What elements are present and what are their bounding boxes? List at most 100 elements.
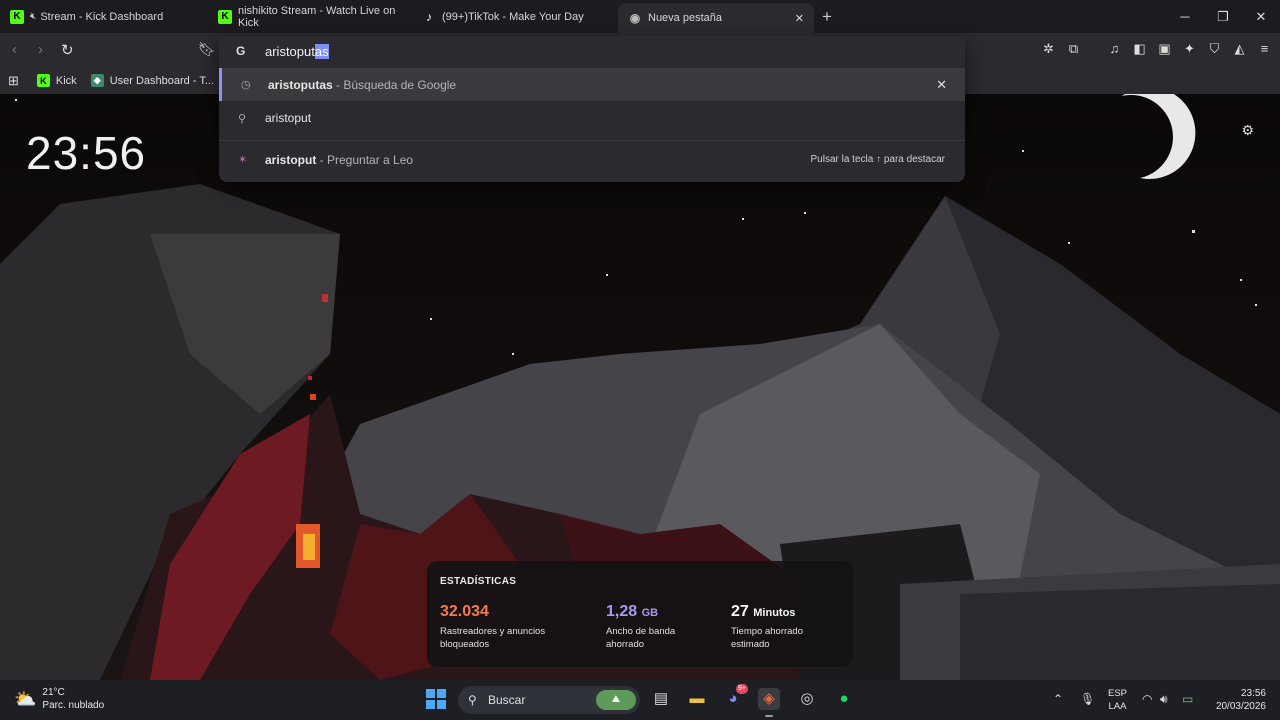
tab-new-tab[interactable]: ◉ Nueva pestaña ✕	[618, 3, 814, 33]
taskbar-clock[interactable]: 23:56 20/03/2026	[1216, 687, 1266, 713]
screenshot-icon[interactable]: ⧉	[1066, 41, 1081, 57]
windows-taskbar: ⛅ 21°C Parc. nublado ⚲ Buscar ⛰ ▤ ▬ ◕ 9+ …	[0, 680, 1280, 720]
close-window-icon[interactable]: ✕	[1242, 9, 1280, 25]
stat-trackers-blocked: 32.034 Rastreadores y anuncios bloqueados	[440, 603, 570, 651]
extensions-icon[interactable]: ✲	[1041, 41, 1056, 57]
bookmark-kick[interactable]: K Kick	[36, 74, 77, 87]
stat-value: 27	[731, 603, 749, 620]
gear-icon[interactable]: ⚙	[1241, 122, 1254, 139]
stat-bandwidth-saved: 1,28 GB Ancho de banda ahorrado	[606, 603, 736, 651]
weather-temp: 21°C	[42, 687, 65, 698]
tab-title: Stream - Kick Dashboard	[40, 10, 164, 23]
suggestion-search[interactable]: ⚲ aristoput	[219, 101, 965, 135]
brave-rewards-icon[interactable]: ◭	[1232, 41, 1247, 57]
address-bar-text[interactable]: aristoputas	[265, 43, 329, 59]
history-icon: ◷	[241, 79, 251, 91]
discord-icon[interactable]: ◕ 9+	[722, 684, 748, 710]
clock-date: 20/03/2026	[1215, 701, 1266, 712]
tab-kick-stream[interactable]: K nishikito Stream - Watch Live on Kick	[208, 0, 412, 33]
clock-time: 23:56	[1240, 688, 1266, 699]
omnibox-dropdown: G aristoputas ◷ aristoputas - Búsqueda d…	[219, 36, 965, 182]
suggestion-history[interactable]: ◷ aristoputas - Búsqueda de Google ✕	[219, 68, 965, 101]
chevron-up-icon[interactable]: ⌃	[1053, 692, 1063, 706]
stat-desc: Rastreadores y anuncios	[440, 626, 546, 637]
stat-time-saved: 27 Minutos Tiempo ahorrado estimado	[731, 603, 861, 651]
taskbar-search[interactable]: ⚲ Buscar ⛰	[458, 686, 640, 714]
remove-suggestion-icon[interactable]: ✕	[936, 77, 947, 93]
stat-desc: ahorrado	[606, 639, 645, 650]
obs-icon[interactable]: ◎	[796, 688, 818, 710]
autocomplete-selection: as	[314, 43, 329, 59]
new-tab-clock: 23:56	[26, 127, 147, 179]
keyboard-hint: Pulsar la tecla ↑ para destacar	[810, 154, 945, 165]
wifi-icon[interactable]: ◠	[1142, 692, 1152, 706]
sidebar-icon[interactable]: ◧	[1132, 41, 1147, 57]
reload-icon[interactable]: ↻	[61, 41, 74, 59]
tab-title: Nueva pestaña	[648, 12, 722, 24]
tab-tiktok[interactable]: ♪ (99+)TikTok - Make Your Day	[412, 0, 618, 33]
back-icon[interactable]: ‹	[12, 41, 17, 58]
notification-badge: 9+	[736, 684, 748, 694]
suggestion-bold-text: aristoput	[265, 152, 317, 167]
lang-line: LAA	[1108, 701, 1127, 712]
apps-grid-icon[interactable]: ⊞	[8, 73, 19, 89]
brave-stats-card: ESTADÍSTICAS 32.034 Rastreadores y anunc…	[427, 561, 853, 667]
suggestion-text: aristoput	[265, 111, 312, 125]
lang-line: ESP	[1108, 688, 1128, 699]
window-controls: ─ ❐ ✕	[1166, 0, 1280, 33]
tab-strip: K 🔇︎ Stream - Kick Dashboard K nishikito…	[0, 0, 1280, 33]
weather-desc: Parc. nublado	[42, 700, 105, 711]
stats-title: ESTADÍSTICAS	[440, 576, 517, 587]
minimize-icon[interactable]: ─	[1166, 9, 1204, 24]
kick-icon: K	[36, 74, 50, 87]
bookmark-icon[interactable]: 🔖︎	[198, 41, 216, 58]
stat-unit: Minutos	[753, 607, 796, 619]
new-tab-button[interactable]: +	[822, 7, 832, 27]
language-indicator[interactable]: ESP LAA	[1108, 687, 1127, 713]
forward-icon[interactable]: ›	[38, 41, 43, 58]
tab-kick-dashboard[interactable]: K 🔇︎ Stream - Kick Dashboard	[0, 0, 208, 33]
stat-value: 32.034	[440, 603, 489, 620]
bookmark-user-dashboard[interactable]: ◆ User Dashboard - T...	[90, 74, 214, 87]
microphone-icon[interactable]: 🎙︎	[1080, 692, 1095, 706]
leo-icon: ✶	[238, 154, 248, 166]
muted-speaker-icon[interactable]: 🔇︎	[30, 11, 36, 22]
stat-value: 1,28	[606, 603, 638, 620]
search-highlight-icon: ⛰	[596, 690, 636, 710]
wallet-icon[interactable]: ▣	[1157, 41, 1172, 57]
vpn-shield-icon[interactable]: ⛉	[1207, 41, 1222, 57]
volume-icon[interactable]: 🔊︎	[1160, 692, 1168, 707]
search-label: Buscar	[488, 693, 526, 707]
file-explorer-icon[interactable]: ▬	[686, 688, 708, 710]
brave-icon[interactable]: ◈	[758, 688, 780, 717]
leo-ai-icon[interactable]: ✦	[1182, 41, 1197, 57]
stat-desc: Tiempo ahorrado	[731, 626, 803, 637]
menu-icon[interactable]: ≡	[1257, 41, 1272, 57]
restore-icon[interactable]: ❐	[1204, 9, 1242, 25]
tab-title: nishikito Stream - Watch Live on Kick	[238, 4, 396, 29]
weather-widget[interactable]: ⛅ 21°C Parc. nublado	[14, 686, 104, 712]
typed-text: aristoput	[265, 43, 315, 59]
stat-desc: Ancho de banda	[606, 626, 676, 637]
media-icon[interactable]: ♫	[1107, 41, 1122, 57]
spotify-icon[interactable]: ●	[833, 688, 855, 710]
stat-unit: GB	[641, 607, 659, 619]
kick-icon: K	[218, 9, 232, 24]
extension-icons: ✲ ⧉ ♫ ◧ ▣ ✦ ⛉ ◭ ≡	[1041, 41, 1272, 57]
address-bar-input[interactable]: G aristoputas	[219, 36, 965, 66]
tab-title: (99+)TikTok - Make Your Day	[442, 10, 584, 23]
suggestion-rest-text: - Preguntar a Leo	[316, 152, 414, 167]
stat-desc: estimado	[731, 639, 770, 650]
google-icon: G	[236, 44, 246, 58]
task-view-icon[interactable]: ▤	[650, 688, 672, 710]
close-tab-icon[interactable]: ✕	[795, 12, 804, 25]
dashboard-icon: ◆	[90, 74, 104, 87]
stat-desc: bloqueados	[440, 639, 490, 650]
search-icon: ⚲	[468, 693, 477, 707]
suggestion-leo[interactable]: ✶ aristoput - Preguntar a Leo Pulsar la …	[219, 140, 965, 178]
windows-start-icon[interactable]	[426, 689, 446, 709]
battery-icon[interactable]: ▭	[1182, 692, 1193, 706]
brave-icon: ◉	[629, 11, 641, 25]
suggestion-bold-text: aristoputas	[268, 77, 333, 92]
bookmark-label: Kick	[55, 74, 77, 87]
